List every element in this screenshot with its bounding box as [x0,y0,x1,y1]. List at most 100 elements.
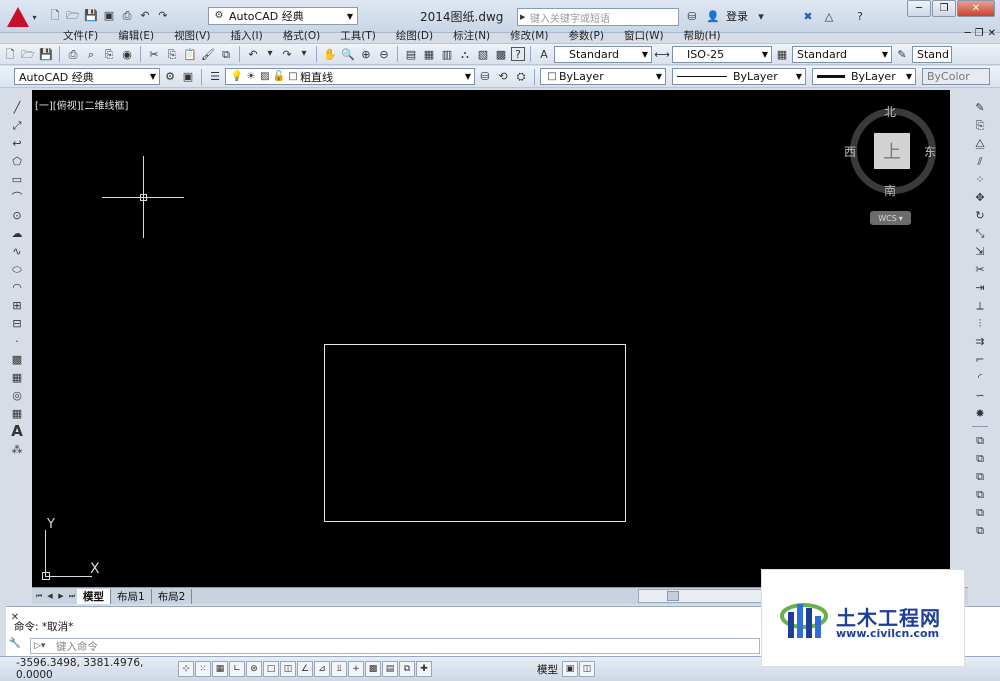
login-label[interactable]: 登录 [726,8,748,24]
menu-view[interactable]: 视图(V) [164,28,220,43]
add-selected-icon[interactable]: ⁂ [9,441,25,457]
viewport-controls-label[interactable]: [一][俯视][二维线框] [35,97,128,112]
move-icon[interactable]: ✥ [972,189,988,205]
mirror-icon[interactable]: ⧋ [972,135,988,151]
plotstyle-select[interactable]: ByColor [922,68,990,85]
sheet-set-icon[interactable]: ⛬ [457,46,473,62]
compass-south[interactable]: 南 [884,182,896,199]
dim-style-icon[interactable]: ⟷ [654,46,670,62]
undo-icon[interactable]: ↶ [245,46,261,62]
workspace-save-icon[interactable]: ▣ [180,69,196,85]
send-under-icon[interactable]: ⧉ [972,486,988,502]
chevron-down-icon[interactable]: ▾ [263,47,277,61]
redo-icon[interactable]: ↷ [155,7,171,23]
polyline-icon[interactable]: ↩ [9,135,25,151]
layer-select[interactable]: 💡 ☀ ▨ 🔓 □ 粗直线 ▼ [225,68,475,85]
copy-icon[interactable]: ⎘ [164,46,180,62]
bring-above-icon[interactable]: ⧉ [972,468,988,484]
ellipse-arc-icon[interactable]: ◠ [9,279,25,295]
gradient-icon[interactable]: ▦ [9,369,25,385]
text-to-front-icon[interactable]: ⧉ [972,504,988,520]
snap-icon[interactable]: ⁙ [195,661,211,677]
osnap-icon[interactable]: □ [263,661,279,677]
grid-icon[interactable]: ▦ [212,661,228,677]
cut-icon[interactable]: ✂ [146,46,162,62]
doc-close-icon[interactable]: ✕ [988,28,996,39]
polygon-icon[interactable]: ⬠ [9,153,25,169]
exchange-icon[interactable]: ✖ [800,8,816,24]
menu-window[interactable]: 窗口(W) [614,28,674,43]
lineweight-select[interactable]: ByLayer ▼ [812,68,916,85]
array-icon[interactable]: ⁘ [972,171,988,187]
zoom-realtime-icon[interactable]: 🔍 [340,46,356,62]
break-at-point-icon[interactable]: ⟂ [972,297,988,313]
menu-tools[interactable]: 工具(T) [330,28,386,43]
color-select[interactable]: □ ByLayer ▼ [540,68,666,85]
viewcube-top-face[interactable]: 上 [874,133,910,169]
workspace-dropdown[interactable]: ⚙ AutoCAD 经典 ▼ [208,7,358,25]
join-icon[interactable]: ⇉ [972,333,988,349]
tab-layout1[interactable]: 布局1 [111,588,152,604]
binoculars-icon[interactable]: ⛁ [684,8,700,24]
make-current-icon[interactable]: ⛁ [477,69,493,85]
layer-previous-icon[interactable]: ⟲ [495,69,511,85]
paste-icon[interactable]: 📋 [182,46,198,62]
doc-minimize-icon[interactable]: ─ [965,28,971,39]
table-style-icon[interactable]: ▦ [774,46,790,62]
ducs-icon[interactable]: ⊿ [314,661,330,677]
send-to-back-icon[interactable]: ⧉ [972,450,988,466]
otrack-icon[interactable]: ∠ [297,661,313,677]
blend-curves-icon[interactable]: ∽ [972,387,988,403]
table-style-select[interactable]: Standard ▼ [792,45,892,63]
dim-style-select[interactable]: ISO-25 ▼ [672,45,772,63]
help-icon[interactable]: ? [511,47,525,61]
block-editor-icon[interactable]: ⧉ [218,46,234,62]
break-icon[interactable]: ⫶ [972,315,988,331]
explode-icon[interactable]: ✸ [972,405,988,421]
chevron-down-icon[interactable]: ▾ [297,47,311,61]
model-space-toggle[interactable]: 模型 [533,662,562,677]
offset-icon[interactable]: ⫽ [972,153,988,169]
scrollbar-thumb[interactable] [667,591,679,601]
chamfer-icon[interactable]: ⌐ [972,351,988,367]
drawing-area[interactable]: [一][俯视][二维线框] 上 北 南 东 西 WCS ▾ Y X [32,90,950,587]
next-tab-icon[interactable]: ▶ [56,591,66,601]
table-icon[interactable]: ▦ [9,405,25,421]
bring-to-front-icon[interactable]: ⧉ [972,432,988,448]
3d-print-icon[interactable]: ◉ [119,46,135,62]
rectangle-icon[interactable]: ▭ [9,171,25,187]
markup-icon[interactable]: ▧ [475,46,491,62]
undo-icon[interactable]: ↶ [137,7,153,23]
command-input[interactable]: ▷▾ 键入命令 [30,638,760,654]
compass-west[interactable]: 西 [844,143,856,160]
chevron-down-icon[interactable]: ▾ [753,8,769,24]
line-icon[interactable]: ╱ [9,99,25,115]
open-icon[interactable]: 🗁 [65,7,81,23]
design-center-icon[interactable]: ▦ [421,46,437,62]
redo-icon[interactable]: ↷ [279,46,295,62]
doc-restore-icon[interactable]: ❐ [975,28,984,39]
wrench-icon[interactable]: 🔧 [8,637,22,651]
ortho-icon[interactable]: ∟ [229,661,245,677]
menu-insert[interactable]: 插入(I) [220,28,272,43]
scale-icon[interactable]: ⤡ [972,225,988,241]
gear-icon[interactable]: ⚙ [162,69,178,85]
save-icon[interactable]: 💾 [38,46,54,62]
first-tab-icon[interactable]: ⏮ [34,591,44,601]
menu-modify[interactable]: 修改(M) [500,28,558,43]
minimize-icon[interactable]: ─ [907,0,931,17]
polar-icon[interactable]: ⊛ [246,661,262,677]
text-style-icon[interactable]: A [536,46,552,62]
search-input[interactable]: ▶ 键入关键字或短语 [517,8,679,26]
extend-icon[interactable]: ⇥ [972,279,988,295]
match-properties-icon[interactable]: 🖌 [200,46,216,62]
quick-properties-icon[interactable]: ▤ [382,661,398,677]
last-tab-icon[interactable]: ⏭ [67,591,77,601]
print-preview-icon[interactable]: ⌕ [83,46,99,62]
maximize-icon[interactable]: ❐ [932,0,956,17]
point-icon[interactable]: · [9,333,25,349]
construction-line-icon[interactable]: ⤢ [9,117,25,133]
open-icon[interactable]: 🗁 [20,46,36,62]
zoom-window-icon[interactable]: ⊕ [358,46,374,62]
compass-east[interactable]: 东 [924,143,936,160]
